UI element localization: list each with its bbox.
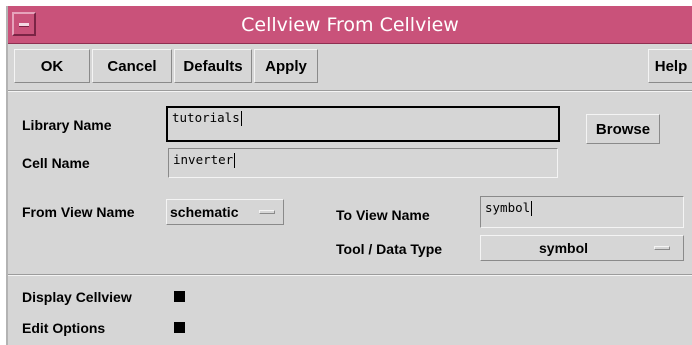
cancel-button[interactable]: Cancel (92, 49, 172, 83)
tool-data-type-select[interactable]: symbol (480, 235, 684, 261)
text-cursor-icon (240, 111, 242, 126)
to-view-name-field[interactable]: symbol (480, 196, 684, 228)
from-view-name-label: From View Name (22, 204, 135, 220)
library-name-label: Library Name (22, 117, 112, 133)
from-view-name-value: schematic (170, 204, 239, 220)
tool-data-type-value: symbol (539, 240, 589, 256)
display-cellview-label: Display Cellview (22, 289, 132, 305)
to-view-name-label: To View Name (336, 207, 430, 223)
window-title: Cellview From Cellview (241, 14, 459, 36)
text-cursor-icon (234, 153, 236, 168)
edit-options-checkbox[interactable] (174, 322, 185, 333)
separator (8, 90, 692, 92)
browse-button[interactable]: Browse (586, 114, 660, 144)
library-name-field[interactable]: tutorials (166, 106, 560, 142)
ok-button[interactable]: OK (14, 49, 90, 83)
edit-options-label: Edit Options (22, 320, 106, 336)
to-view-name-value: symbol (485, 200, 531, 215)
option-menu-indicator-icon (654, 246, 670, 250)
tool-data-type-label: Tool / Data Type (336, 241, 443, 257)
text-cursor-icon (531, 201, 533, 216)
cell-name-field[interactable]: inverter (168, 148, 558, 178)
title-bar[interactable]: Cellview From Cellview (8, 6, 692, 44)
defaults-button[interactable]: Defaults (174, 49, 252, 83)
separator (8, 274, 692, 276)
library-name-value: tutorials (172, 110, 240, 125)
display-cellview-checkbox[interactable] (174, 291, 185, 302)
cell-name-value: inverter (173, 152, 234, 167)
dialog-window: Cellview From Cellview OK Cancel Default… (6, 6, 692, 345)
option-menu-indicator-icon (259, 210, 275, 214)
from-view-name-select[interactable]: schematic (166, 199, 284, 225)
apply-button[interactable]: Apply (254, 49, 318, 83)
cell-name-label: Cell Name (22, 155, 90, 171)
help-button[interactable]: Help (648, 49, 692, 83)
